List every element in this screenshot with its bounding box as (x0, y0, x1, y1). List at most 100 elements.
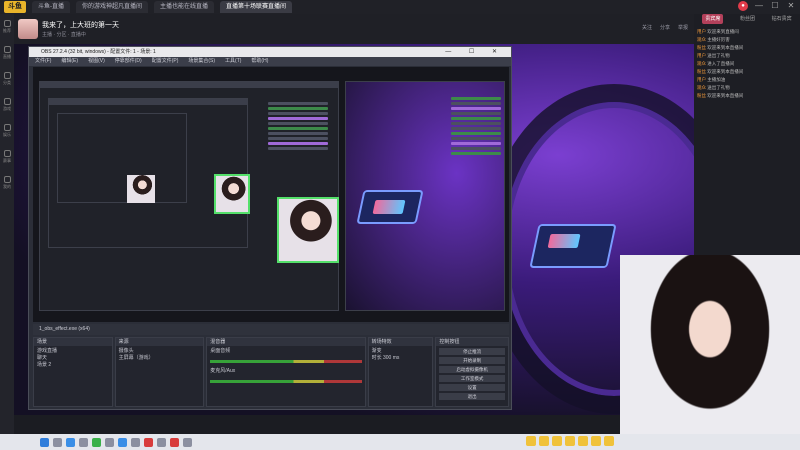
rail-item[interactable]: 游戏 (0, 92, 14, 118)
mixer-channel-label: 桌面音频 (210, 348, 231, 354)
start-icon[interactable] (40, 437, 49, 447)
app-icon[interactable] (118, 437, 127, 447)
obs-window-controls[interactable]: — ☐ ✕ (445, 47, 505, 57)
chat-message: 用户 欢迎来到直播间 (697, 29, 739, 34)
source-item[interactable]: 主屏幕（游戏） (119, 355, 201, 362)
taskbar (0, 434, 800, 450)
obs-titlebar: OBS 27.2.4 (32 bit, windows) - 配置文件: 1 -… (29, 47, 511, 57)
scene-item[interactable]: 场景 2 (37, 362, 109, 369)
left-nav-rail: 推荐 直播 分类 游戏 娱乐 赛事 我的 (0, 14, 14, 434)
app-icon[interactable] (157, 437, 166, 447)
transition-select[interactable]: 渐变 (372, 348, 430, 355)
source-item[interactable]: 摄像头 (119, 348, 201, 355)
app-icon[interactable] (105, 437, 114, 447)
header-actions: 关注 分享 举报 (642, 24, 688, 31)
volume-meter[interactable] (210, 380, 362, 383)
chat-message: 观众 主播好厉害 (697, 37, 730, 42)
exit-button[interactable]: 退出 (439, 393, 505, 400)
chat-tab[interactable]: 贵宾席 (702, 14, 724, 24)
obs-menu-profile[interactable]: 配置文件(P) (152, 57, 179, 66)
nested-webcam (127, 175, 155, 203)
close-button[interactable]: ✕ (786, 1, 796, 11)
chat-message: 用户 送出了礼物 (697, 53, 730, 58)
app-icon[interactable] (92, 437, 101, 447)
rail-item[interactable]: 分类 (0, 66, 14, 92)
sources-dock: 来源 摄像头 主屏幕（游戏） (114, 337, 205, 407)
home-icon (3, 20, 11, 27)
follow-button[interactable]: 关注 (642, 24, 652, 31)
folder-icon[interactable] (79, 437, 88, 447)
settings-button[interactable]: 设置 (439, 384, 505, 391)
notification-icon[interactable]: ● (738, 1, 748, 11)
share-button[interactable]: 分享 (660, 24, 670, 31)
volume-meter[interactable] (210, 360, 362, 363)
item-icon[interactable] (565, 436, 575, 446)
obs-menu-help[interactable]: 帮助(H) (251, 57, 268, 66)
room-subtitle: 主播 · 分区 · 直播中 (42, 32, 86, 38)
mixer-channel-label: 麦克风/Aux (210, 368, 236, 374)
chat-message: 观众 进入了直播间 (697, 61, 735, 66)
category-icon (3, 72, 11, 79)
start-recording-button[interactable]: 开始录制 (439, 357, 505, 364)
obs-docks: 场景 游戏直播 聊天 场景 2 来源 摄像头 主屏幕（游戏） 混音器 桌面音频 … (33, 337, 509, 407)
obs-menubar: 文件(F) 编辑(E) 视图(V) 停靠部件(D) 配置文件(P) 场景集合(S… (29, 57, 511, 66)
audio-mixer-dock: 混音器 桌面音频 麦克风/Aux (206, 337, 366, 407)
streamer-avatar[interactable] (18, 19, 38, 39)
item-icon[interactable] (591, 436, 601, 446)
stop-streaming-button[interactable]: 停止推流 (439, 348, 505, 355)
chat-tab[interactable]: 钻石贵宾 (772, 14, 792, 24)
rail-item[interactable]: 直播 (0, 40, 14, 66)
maximize-button[interactable]: ☐ (770, 1, 780, 11)
browser-tab[interactable]: 你的游戏神超凡直播间 (76, 1, 149, 13)
rail-item[interactable]: 推荐 (0, 14, 14, 40)
obs-menu-edit[interactable]: 编辑(E) (61, 57, 78, 66)
chat-message: 粉丝 欢迎来到本直播间 (697, 45, 744, 50)
rail-item[interactable]: 娱乐 (0, 118, 14, 144)
room-title: 我来了，上大班的第一天 (42, 22, 119, 29)
item-icon[interactable] (578, 436, 588, 446)
app-logo[interactable]: 斗鱼 (4, 1, 26, 13)
obs-icon[interactable] (183, 437, 192, 447)
app-icon[interactable] (170, 437, 179, 447)
game-hotbar (526, 436, 614, 446)
browser-tab-active[interactable]: 直播第十场联赛直播间 (220, 1, 293, 13)
rail-item[interactable]: 赛事 (0, 144, 14, 170)
app-icon[interactable] (131, 437, 140, 447)
chat-message: 观众 送出了礼物 (697, 85, 730, 90)
obs-title-text: OBS 27.2.4 (32 bit, windows) - 配置文件: 1 -… (41, 49, 156, 55)
browser-tab[interactable]: 斗鱼-直播 (32, 1, 70, 13)
search-icon[interactable] (53, 437, 62, 447)
dock-title: 来源 (115, 338, 204, 346)
chat-message: 粉丝 欢迎来到本直播间 (697, 93, 744, 98)
chat-tab[interactable]: 粉丝团 (740, 14, 755, 24)
obs-menu-tools[interactable]: 工具(T) (225, 57, 241, 66)
virtual-camera-button[interactable]: 启动虚拟摄像机 (439, 366, 505, 373)
transition-duration[interactable]: 时长 300 ms (372, 355, 430, 362)
dock-title: 场景 (34, 338, 112, 346)
scenes-dock: 场景 游戏直播 聊天 场景 2 (33, 337, 113, 407)
entertainment-icon (3, 124, 11, 131)
obs-preview[interactable] (33, 67, 509, 322)
item-icon[interactable] (604, 436, 614, 446)
scene-item[interactable]: 游戏直播 (37, 348, 109, 355)
item-icon[interactable] (539, 436, 549, 446)
report-button[interactable]: 举报 (678, 24, 688, 31)
chat-message-list: 用户 欢迎来到直播间 观众 主播好厉害 粉丝 欢迎来到本直播间 用户 送出了礼物… (694, 24, 800, 100)
item-icon[interactable] (526, 436, 536, 446)
chat-message: 粉丝 欢迎来到本直播间 (697, 69, 744, 74)
minimize-button[interactable]: — (754, 1, 764, 11)
obs-menu-scenes[interactable]: 场景集合(S) (188, 57, 215, 66)
browser-icon[interactable] (66, 437, 75, 447)
dock-title: 转场特效 (368, 338, 433, 346)
obs-menu-docks[interactable]: 停靠部件(D) (115, 57, 142, 66)
rail-item[interactable]: 我的 (0, 170, 14, 196)
obs-menu-file[interactable]: 文件(F) (35, 57, 51, 66)
obs-menu-view[interactable]: 视图(V) (88, 57, 105, 66)
studio-mode-button[interactable]: 工作室模式 (439, 375, 505, 382)
item-icon[interactable] (552, 436, 562, 446)
scene-item[interactable]: 聊天 (37, 355, 109, 362)
browser-tab[interactable]: 主播也能在线直播 (154, 1, 215, 13)
nested-webcam (214, 174, 250, 214)
streamer-webcam (620, 255, 800, 450)
app-icon[interactable] (144, 437, 153, 447)
